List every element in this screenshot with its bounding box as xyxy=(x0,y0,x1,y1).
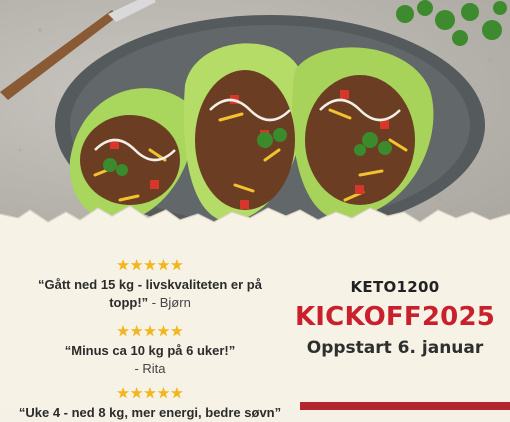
star-rating-icon: ★★★★★ xyxy=(116,385,184,402)
accent-bar xyxy=(300,402,510,410)
reviews-section: ★★★★★ “Gått ned 15 kg - livskvaliteten e… xyxy=(0,258,300,420)
start-date: Oppstart 6. januar xyxy=(306,338,484,358)
star-rating-icon: ★★★★★ xyxy=(116,323,184,340)
review-quote: “Uke 4 - ned 8 kg, mer energi, bedre søv… xyxy=(18,405,282,420)
review-quote: “Minus ca 10 kg på 6 uker!” xyxy=(64,343,236,358)
cilantro-icon xyxy=(396,0,507,46)
review-author: - Rita xyxy=(134,361,166,376)
review-quote: “Gått ned 15 kg - livskvaliteten er på t… xyxy=(38,277,262,310)
review-1: ★★★★★ “Gått ned 15 kg - livskvaliteten e… xyxy=(0,258,300,312)
campaign-title: KICKOFF2025 xyxy=(294,302,496,332)
review-author: - Bjørn xyxy=(151,295,191,310)
star-rating-icon: ★★★★★ xyxy=(116,257,184,274)
review-text: “Gått ned 15 kg - livskvaliteten er på t… xyxy=(0,276,300,312)
review-text: “Minus ca 10 kg på 6 uker!” xyxy=(0,342,300,360)
review-2: ★★★★★ “Minus ca 10 kg på 6 uker!” - Rita xyxy=(0,324,300,378)
promo-block: KETO1200 KICKOFF2025 Oppstart 6. januar xyxy=(280,278,510,358)
review-3: ★★★★★ “Uke 4 - ned 8 kg, mer energi, bed… xyxy=(0,386,300,422)
program-name: KETO1200 xyxy=(350,278,440,296)
review-text: “Uke 4 - ned 8 kg, mer energi, bedre søv… xyxy=(0,404,300,422)
